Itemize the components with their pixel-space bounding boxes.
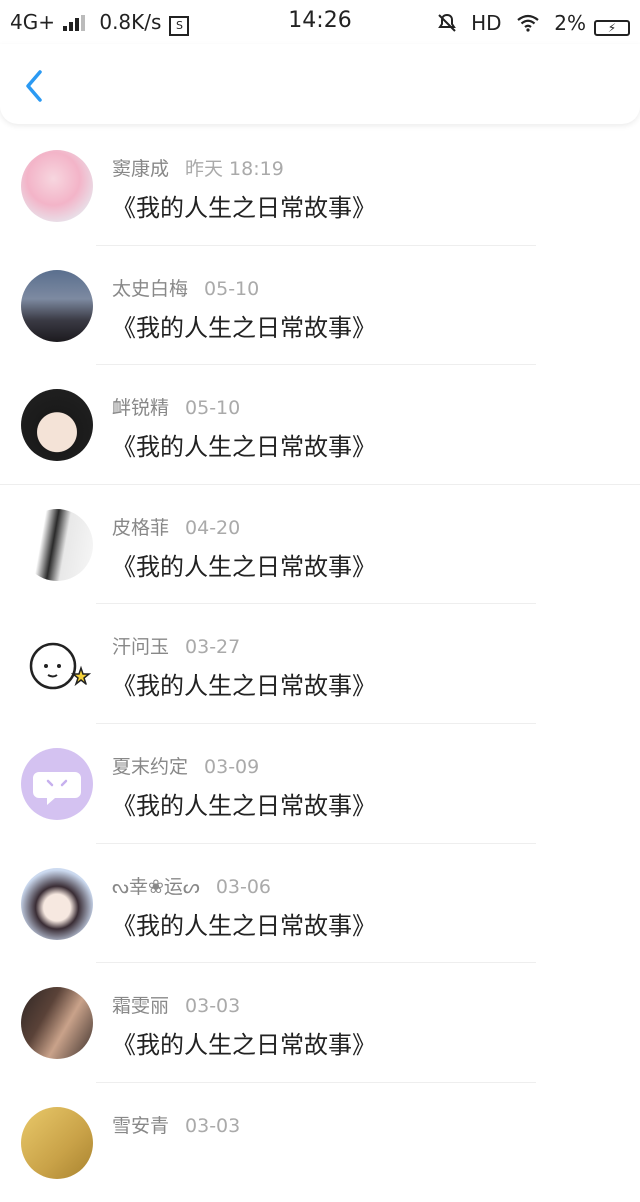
avatar xyxy=(21,508,93,581)
sender-name: 汗问玉 xyxy=(112,636,170,659)
status-right: HD 2% ⚡ xyxy=(429,10,630,36)
message-title: 《我的人生之日常故事》 xyxy=(112,433,376,462)
message-time: 03-27 xyxy=(185,636,241,659)
sender-name: 窦康成 xyxy=(112,158,170,180)
battery-icon: ⚡ xyxy=(594,20,630,36)
list-item[interactable]: 汗问玉 03-27 《我的人生之日常故事》 xyxy=(0,604,640,724)
sender-name: 霜雯丽 xyxy=(112,995,170,1018)
status-bar: 4G+ 0.8K/s S 14:26 HD 2% ⚡ xyxy=(0,0,640,44)
list-item[interactable]: 衅锐精 05-10 《我的人生之日常故事》 xyxy=(0,365,640,485)
mute-bell-icon xyxy=(437,11,463,35)
sender-name: 雪安青 xyxy=(112,1114,170,1137)
avatar xyxy=(21,867,93,940)
list-item[interactable]: 窦康成 昨天 18:19 《我的人生之日常故事》 xyxy=(0,126,640,246)
list-item[interactable]: 霜雯丽 03-03 《我的人生之日常故事》 xyxy=(0,963,640,1083)
list-item[interactable]: ᔓ幸❀运ᔕ 03-06 《我的人生之日常故事》 xyxy=(0,844,640,964)
message-title: 《我的人生之日常故事》 xyxy=(112,791,376,820)
message-time: 03-03 xyxy=(185,1114,241,1137)
message-title: 《我的人生之日常故事》 xyxy=(112,313,376,342)
message-time: 05-10 xyxy=(204,277,260,300)
message-time: 昨天 18:19 xyxy=(185,158,284,180)
message-time: 05-10 xyxy=(185,397,241,420)
chevron-left-icon xyxy=(26,70,42,102)
avatar xyxy=(21,1106,93,1179)
sender-name: ᔓ幸❀运ᔕ xyxy=(112,875,200,898)
battery-percent: 2% xyxy=(554,11,586,35)
header-bar xyxy=(0,44,640,124)
hd-indicator: HD xyxy=(471,11,502,35)
message-title: 《我的人生之日常故事》 xyxy=(112,672,376,701)
message-title: 《我的人生之日常故事》 xyxy=(112,911,376,940)
avatar xyxy=(21,747,93,820)
sender-name: 太史白梅 xyxy=(112,277,189,300)
sender-name: 夏末约定 xyxy=(112,755,189,778)
avatar xyxy=(21,987,93,1060)
avatar xyxy=(21,150,93,222)
list-item[interactable]: 夏末约定 03-09 《我的人生之日常故事》 xyxy=(0,724,640,844)
message-title: 《我的人生之日常故事》 xyxy=(112,194,376,222)
message-title: 《我的人生之日常故事》 xyxy=(112,552,376,581)
back-button[interactable] xyxy=(20,68,50,104)
sender-name: 衅锐精 xyxy=(112,397,170,420)
sender-name: 皮格菲 xyxy=(112,516,170,539)
message-list: 窦康成 昨天 18:19 《我的人生之日常故事》 太史白梅 05-10 《我的人生之… xyxy=(0,126,640,1202)
message-title: 《我的人生之日常故事》 xyxy=(112,1031,376,1060)
avatar xyxy=(21,269,93,342)
message-time: 04-20 xyxy=(185,516,241,539)
message-time: 03-06 xyxy=(215,875,272,898)
list-item[interactable]: 太史白梅 05-10 《我的人生之日常故事》 xyxy=(0,246,640,366)
list-item[interactable]: 皮格菲 04-20 《我的人生之日常故事》 xyxy=(0,485,640,605)
message-time: 03-09 xyxy=(204,755,260,778)
avatar xyxy=(21,628,93,701)
avatar xyxy=(21,389,93,462)
message-time: 03-03 xyxy=(185,995,241,1018)
list-item[interactable]: 雪安青 03-03 xyxy=(0,1083,640,1202)
wifi-icon xyxy=(516,11,546,35)
